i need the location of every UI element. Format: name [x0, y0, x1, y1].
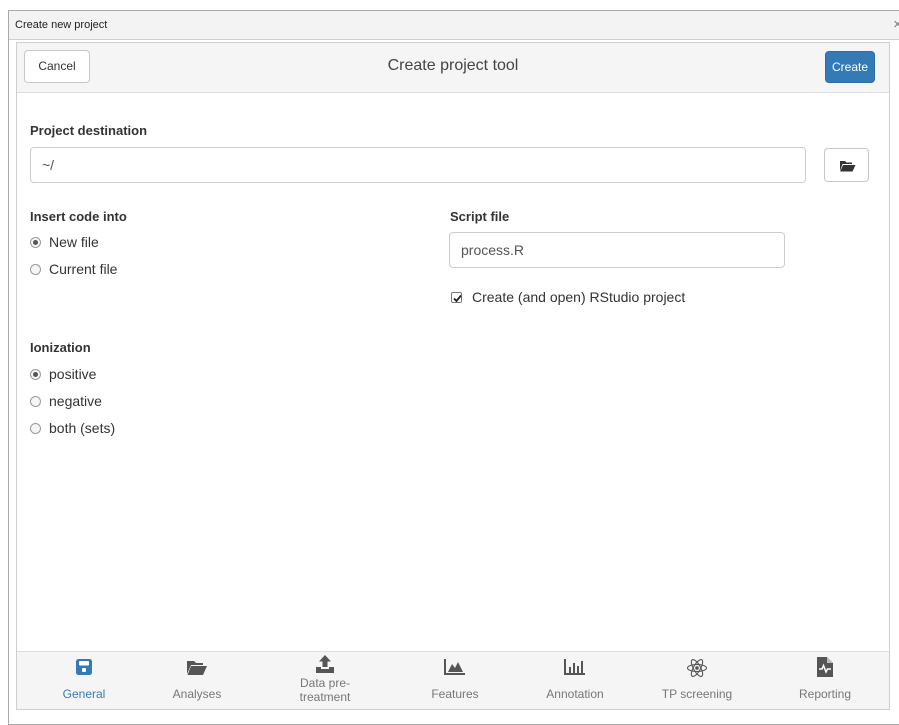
tab-label: Features [431, 687, 479, 701]
radio-button[interactable] [30, 422, 41, 434]
browse-folder-button[interactable] [824, 148, 869, 182]
tab-general[interactable]: General [34, 652, 134, 710]
window-title: Create new project [15, 19, 108, 31]
tab-annotation[interactable]: Annotation [525, 652, 625, 710]
tab-label: Analyses [172, 687, 222, 701]
radio-label: both (sets) [49, 420, 116, 436]
radio-button[interactable] [30, 236, 41, 248]
checkbox-label: Create (and open) RStudio project [472, 289, 686, 305]
radio-positive[interactable]: positive [30, 366, 96, 382]
tab-data-pretreatment[interactable]: Data pre-treatment [275, 652, 375, 710]
tab-label: TP screening [661, 687, 733, 701]
create-button[interactable]: Create [825, 51, 875, 83]
save-icon [76, 659, 92, 675]
bar-chart-icon [564, 659, 585, 675]
panel-header: Cancel Create project tool Create [17, 43, 889, 93]
ionization-label: Ionization [30, 340, 91, 355]
close-icon[interactable]: × [893, 16, 899, 33]
radio-current-file[interactable]: Current file [30, 261, 117, 277]
tab-label: Reporting [798, 687, 852, 701]
radio-button[interactable] [30, 395, 41, 407]
radio-label: negative [49, 393, 102, 409]
radio-label: positive [49, 366, 97, 382]
insert-code-label: Insert code into [30, 209, 127, 224]
radio-negative[interactable]: negative [30, 393, 102, 409]
script-file-label: Script file [450, 209, 510, 224]
tab-label: Data pre-treatment [299, 676, 351, 704]
destination-label: Project destination [30, 123, 148, 138]
radio-button[interactable] [30, 263, 41, 275]
tab-analyses[interactable]: Analyses [147, 652, 247, 710]
destination-input[interactable]: ~/ [30, 147, 806, 183]
script-file-input[interactable]: process.R [449, 232, 785, 268]
radio-new-file[interactable]: New file [30, 234, 99, 250]
window-titlebar: Create new project × [9, 11, 899, 40]
checkmark-icon [453, 294, 462, 302]
radio-label: Current file [49, 261, 118, 277]
folder-open-icon [840, 161, 856, 172]
tab-reporting[interactable]: Reporting [775, 652, 875, 710]
rstudio-project-checkbox[interactable] [451, 291, 462, 303]
radio-button[interactable] [30, 368, 41, 380]
area-chart-icon [444, 659, 465, 675]
rstudio-project-option[interactable]: Create (and open) RStudio project [451, 289, 685, 305]
tab-tp-screening[interactable]: TP screening [647, 652, 747, 710]
bottom-tab-bar: General Analyses Data pre-treatment Feat… [17, 651, 889, 709]
project-panel: Cancel Create project tool Create Projec… [16, 42, 890, 710]
atom-icon [686, 659, 708, 677]
tab-label: Annotation [546, 687, 604, 701]
radio-label: New file [49, 234, 99, 250]
tab-features[interactable]: Features [405, 652, 505, 710]
tab-label: General [62, 687, 106, 701]
file-medical-icon [817, 657, 833, 677]
folder-open-icon [187, 661, 207, 675]
page-title: Create project tool [387, 57, 519, 74]
upload-icon [316, 655, 334, 673]
radio-both-sets[interactable]: both (sets) [30, 420, 115, 436]
